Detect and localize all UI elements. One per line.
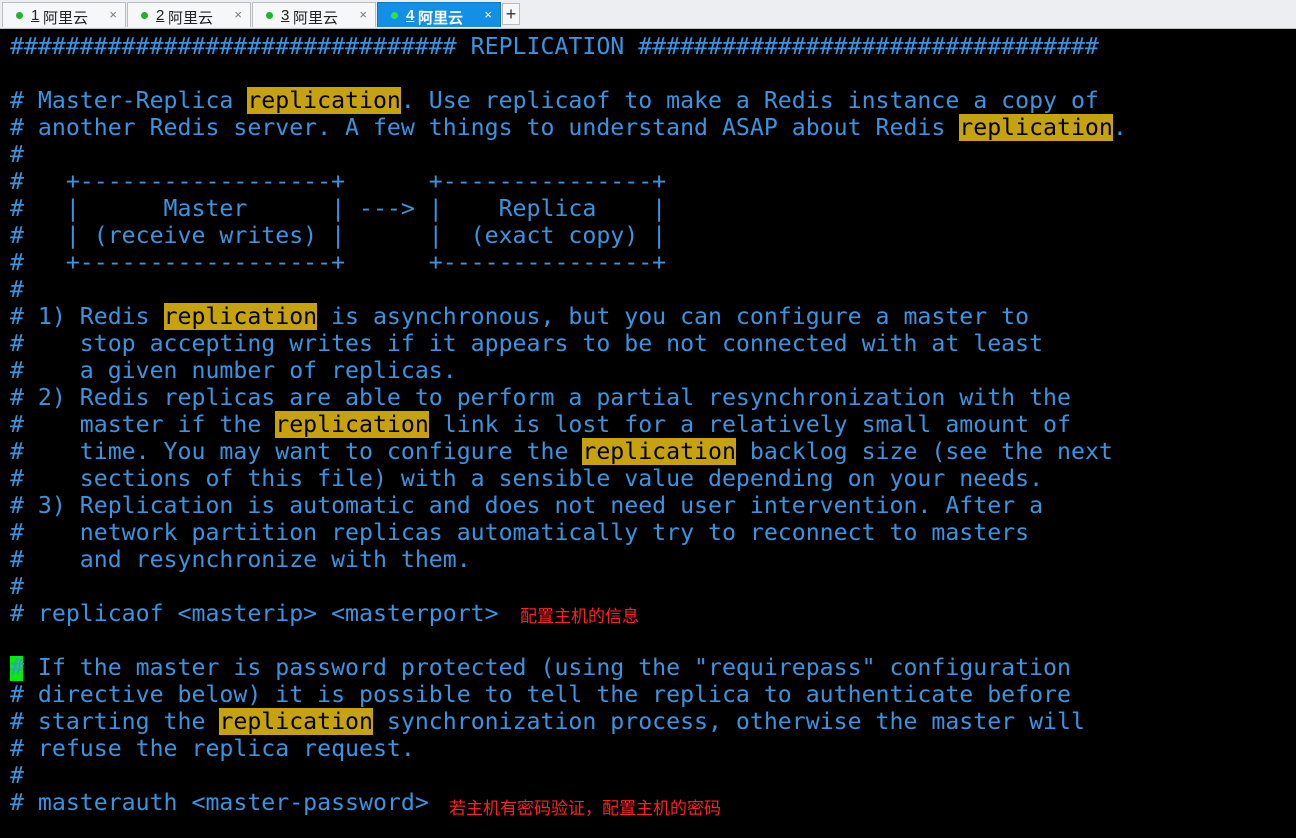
line-text: is asynchronous, but you can configure a… — [317, 303, 1030, 330]
terminal-line: # network partition replicas automatical… — [10, 519, 1029, 546]
line-text: # 1) Redis — [10, 303, 164, 330]
terminal-line: ################################ REPLICA… — [10, 33, 1099, 60]
status-dot-icon — [391, 12, 398, 19]
line-text: # sections of this file) with a sensible… — [10, 465, 1044, 492]
tab-label: 阿里云 — [293, 10, 339, 27]
search-highlight: replication — [247, 87, 401, 114]
terminal-line: # | (receive writes) | | (exact copy) | — [10, 222, 666, 249]
terminal-line: # — [10, 141, 24, 168]
line-text: # stop accepting writes if it appears to… — [10, 330, 1044, 357]
tab-3[interactable]: 3 阿里云 × — [252, 2, 376, 27]
search-highlight: replication — [163, 303, 318, 330]
terminal-line: # replicaof <masterip> <masterport> — [10, 600, 499, 627]
terminal-line: # another Redis server. A few things to … — [10, 114, 1127, 141]
line-text: # — [10, 762, 24, 789]
search-highlight: replication — [582, 438, 736, 465]
line-text: # If the master is password protected (u… — [10, 654, 1071, 681]
tab-1[interactable]: 1 阿里云 × — [2, 2, 126, 27]
search-highlight: replication — [275, 411, 429, 438]
line-text: # a given number of replicas. — [10, 357, 457, 384]
annotation-masterauth: 若主机有密码验证，配置主机的密码 — [449, 799, 721, 819]
terminal-line: # — [10, 762, 24, 789]
tab-number: 3 — [281, 7, 290, 24]
line-text: . Use replicaof to make a Redis instance… — [400, 87, 1099, 114]
line-text: # +------------------+ +---------------+ — [10, 249, 667, 276]
terminal-screen[interactable]: 配置主机的信息 若主机有密码验证，配置主机的密码 ###############… — [0, 29, 1296, 838]
terminal-line: # directive below) it is possible to tel… — [10, 681, 1071, 708]
line-text: # directive below) it is possible to tel… — [10, 681, 1071, 708]
terminal-line: # and resynchronize with them. — [10, 546, 471, 573]
line-text: # — [10, 276, 24, 303]
line-text: . — [1112, 114, 1127, 141]
line-text: # — [10, 141, 24, 168]
terminal-line: # If the master is password protected (u… — [10, 654, 1071, 681]
tab-label: 阿里云 — [168, 10, 214, 27]
search-highlight: replication — [219, 708, 373, 735]
line-text: # 2) Redis replicas are able to perform … — [10, 384, 1071, 411]
status-dot-icon — [16, 12, 23, 19]
tab-number: 4 — [406, 7, 415, 24]
terminal-line: # master if the replication link is lost… — [10, 411, 1071, 438]
tab-bar: 1 阿里云 × 2 阿里云 × 3 阿里云 × 4 阿里云 × + — [0, 0, 1296, 29]
terminal-line: # 2) Redis replicas are able to perform … — [10, 384, 1071, 411]
terminal-line: # masterauth <master-password> — [10, 789, 429, 816]
line-text: # starting the — [10, 708, 220, 735]
line-text: synchronization process, otherwise the m… — [372, 708, 1085, 735]
tab-label: 阿里云 — [418, 10, 464, 27]
line-text: # time. You may want to configure the — [10, 438, 583, 465]
line-text: # masterauth <master-password> — [10, 789, 429, 816]
line-text: # refuse the replica request. — [10, 735, 415, 762]
terminal-line: # — [10, 573, 24, 600]
line-text: link is lost for a relatively small amou… — [428, 411, 1071, 438]
line-text: # | Master | ---> | Replica | — [10, 195, 667, 222]
line-text: # and resynchronize with them. — [10, 546, 471, 573]
terminal-line: # +------------------+ +---------------+ — [10, 168, 666, 195]
terminal-line: # starting the replication synchronizati… — [10, 708, 1085, 735]
line-text: ################################ REPLICA… — [10, 33, 1099, 60]
close-icon[interactable]: × — [359, 7, 367, 22]
terminal-line: # +------------------+ +---------------+ — [10, 249, 666, 276]
tab-label: 阿里云 — [43, 10, 89, 27]
tab-2[interactable]: 2 阿里云 × — [127, 2, 251, 27]
line-text: backlog size (see the next — [735, 438, 1113, 465]
close-icon[interactable]: × — [109, 7, 117, 22]
terminal-line: # sections of this file) with a sensible… — [10, 465, 1043, 492]
line-text: # +------------------+ +---------------+ — [10, 168, 667, 195]
tab-number: 2 — [156, 7, 165, 24]
line-text: # master if the — [10, 411, 276, 438]
status-dot-icon — [141, 12, 148, 19]
status-dot-icon — [266, 12, 273, 19]
line-text: # Master-Replica — [10, 87, 248, 114]
terminal-line: # a given number of replicas. — [10, 357, 457, 384]
tab-4[interactable]: 4 阿里云 × — [377, 2, 501, 27]
tab-number: 1 — [31, 7, 40, 24]
terminal-line: # 1) Redis replication is asynchronous, … — [10, 303, 1029, 330]
add-tab-button[interactable]: + — [502, 3, 520, 25]
line-text: # — [10, 573, 24, 600]
terminal-line: # — [10, 276, 24, 303]
line-text: # network partition replicas automatical… — [10, 519, 1030, 546]
close-icon[interactable]: × — [234, 7, 242, 22]
annotation-replicaof: 配置主机的信息 — [520, 607, 639, 627]
search-highlight: replication — [959, 114, 1113, 141]
line-text: # replicaof <masterip> <masterport> — [10, 600, 499, 627]
terminal-line: # refuse the replica request. — [10, 735, 415, 762]
line-text: # | (receive writes) | | (exact copy) | — [10, 222, 667, 249]
terminal-line: # Master-Replica replication. Use replic… — [10, 87, 1099, 114]
terminal-line: # 3) Replication is automatic and does n… — [10, 492, 1043, 519]
line-text: # another Redis server. A few things to … — [10, 114, 960, 141]
close-icon[interactable]: × — [484, 7, 492, 22]
terminal-line: # stop accepting writes if it appears to… — [10, 330, 1043, 357]
line-text: # 3) Replication is automatic and does n… — [10, 492, 1044, 519]
terminal-line: # | Master | ---> | Replica | — [10, 195, 666, 222]
terminal-line: # time. You may want to configure the re… — [10, 438, 1113, 465]
